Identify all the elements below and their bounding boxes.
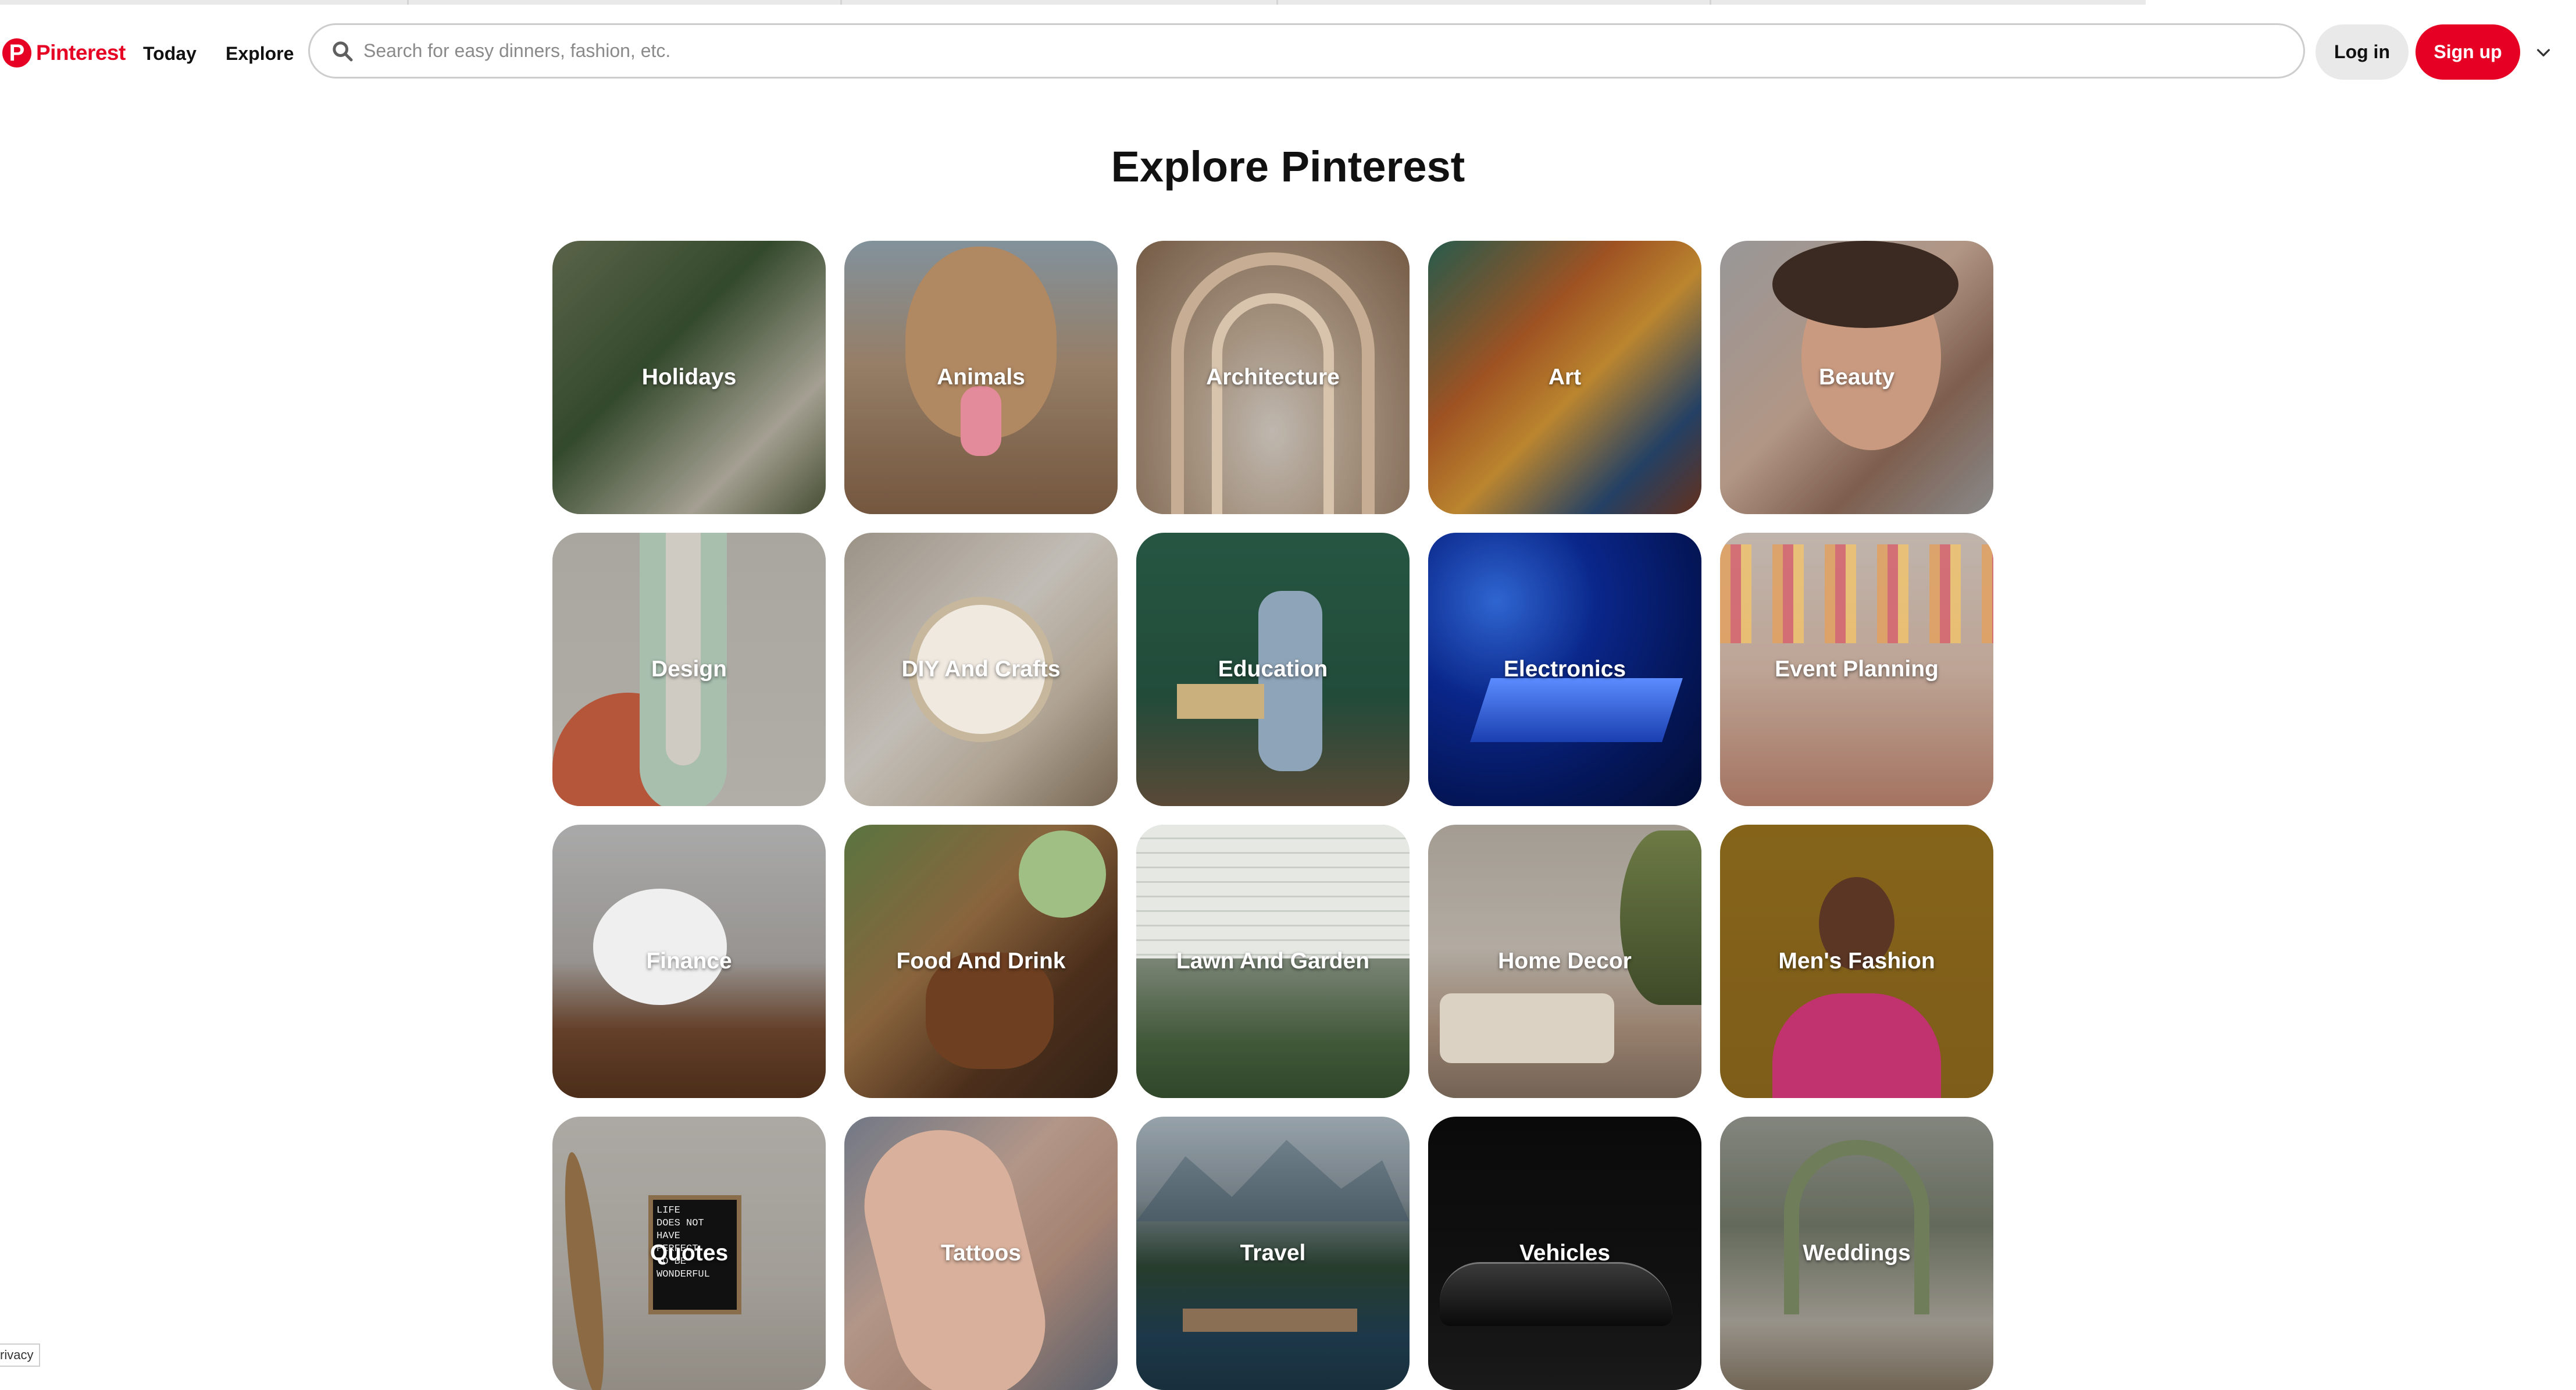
sofa-image — [1440, 993, 1614, 1063]
pinterest-logo-icon: P — [2, 38, 31, 67]
category-label: Beauty — [1818, 365, 1895, 390]
category-label: Animals — [937, 365, 1025, 390]
category-label: Design — [651, 657, 727, 682]
letter-board-line: DOES NOT — [657, 1218, 704, 1229]
category-label: DIY And Crafts — [901, 657, 1061, 682]
category-label: Men's Fashion — [1778, 949, 1935, 974]
search-icon — [333, 41, 353, 61]
category-tile-electronics[interactable]: Electronics — [1428, 533, 1701, 806]
category-tile-mens-fashion[interactable]: Men's Fashion — [1720, 825, 1993, 1098]
pinterest-logo-text: Pinterest — [36, 41, 126, 65]
search-input[interactable] — [363, 40, 2224, 62]
category-label: Home Decor — [1498, 949, 1632, 974]
soup-bowl-image — [1019, 831, 1106, 918]
category-tile-food-and-drink[interactable]: Food And Drink — [844, 825, 1118, 1098]
category-tile-finance[interactable]: Finance — [552, 825, 826, 1098]
category-label: Lawn And Garden — [1176, 949, 1370, 974]
wooden-fence-image — [1136, 825, 1410, 958]
category-label: Finance — [646, 949, 732, 974]
category-tile-home-decor[interactable]: Home Decor — [1428, 825, 1701, 1098]
category-label: Travel — [1240, 1241, 1306, 1266]
category-label: Education — [1218, 657, 1328, 682]
category-label: Quotes — [650, 1241, 729, 1266]
letter-board-line: LIFE — [657, 1205, 680, 1216]
top-navigation: P Pinterest Today Explore Log in Sign up — [0, 5, 2576, 98]
chevron-down-icon[interactable] — [2534, 43, 2553, 62]
category-tile-travel[interactable]: Travel — [1136, 1117, 1410, 1390]
design-shape — [666, 533, 701, 765]
category-tile-event-planning[interactable]: Event Planning — [1720, 533, 1993, 806]
category-tile-tattoos[interactable]: Tattoos — [844, 1117, 1118, 1390]
category-tile-beauty[interactable]: Beauty — [1720, 241, 1993, 514]
category-label: Architecture — [1206, 365, 1340, 390]
category-tile-animals[interactable]: Animals — [844, 241, 1118, 514]
letter-board-line: WONDERFUL — [657, 1269, 710, 1280]
category-tile-quotes[interactable]: LIFE DOES NOT HAVE PERFECT TO BE WONDERF… — [552, 1117, 826, 1390]
category-label: Event Planning — [1775, 657, 1939, 682]
category-label: Electronics — [1503, 657, 1626, 682]
laptop-image — [1470, 678, 1683, 742]
dog-tongue-image — [961, 386, 1001, 456]
category-tile-lawn-and-garden[interactable]: Lawn And Garden — [1136, 825, 1410, 1098]
category-tile-art[interactable]: Art — [1428, 241, 1701, 514]
category-label: Art — [1548, 365, 1582, 390]
nav-today-link[interactable]: Today — [143, 43, 197, 65]
page-title: Explore Pinterest — [1111, 142, 1465, 191]
signup-button[interactable]: Sign up — [2416, 24, 2520, 80]
category-label: Food And Drink — [896, 949, 1066, 974]
category-grid: Holidays Animals Architecture Art Beauty… — [552, 241, 1993, 1390]
floral-arch-image — [1784, 1140, 1929, 1314]
nav-explore-link[interactable]: Explore — [226, 43, 294, 65]
sweater-image — [1772, 993, 1941, 1098]
search-bar[interactable] — [308, 23, 2305, 79]
books-image — [1177, 684, 1264, 719]
category-label: Vehicles — [1519, 1241, 1611, 1266]
garland-image — [1720, 544, 1993, 643]
category-tile-education[interactable]: Education — [1136, 533, 1410, 806]
plant-image — [1620, 831, 1701, 1005]
category-label: Holidays — [641, 365, 737, 390]
category-label: Tattoos — [941, 1241, 1021, 1266]
piggy-bank-image — [593, 889, 727, 1005]
dock-image — [1183, 1309, 1357, 1332]
category-label: Weddings — [1803, 1241, 1911, 1266]
arch-image — [1212, 293, 1334, 514]
category-tile-holidays[interactable]: Holidays — [552, 241, 826, 514]
category-tile-weddings[interactable]: Weddings — [1720, 1117, 1993, 1390]
hair-image — [1772, 241, 1958, 328]
category-tile-design[interactable]: Design — [552, 533, 826, 806]
car-image — [1440, 1262, 1672, 1326]
privacy-link[interactable]: rivacy — [0, 1343, 41, 1367]
pinterest-logo[interactable]: P Pinterest — [2, 38, 126, 67]
login-button[interactable]: Log in — [2315, 24, 2409, 80]
category-tile-vehicles[interactable]: Vehicles — [1428, 1117, 1701, 1390]
category-tile-diy-and-crafts[interactable]: DIY And Crafts — [844, 533, 1118, 806]
category-tile-architecture[interactable]: Architecture — [1136, 241, 1410, 514]
browser-tab-strip — [0, 0, 2576, 5]
